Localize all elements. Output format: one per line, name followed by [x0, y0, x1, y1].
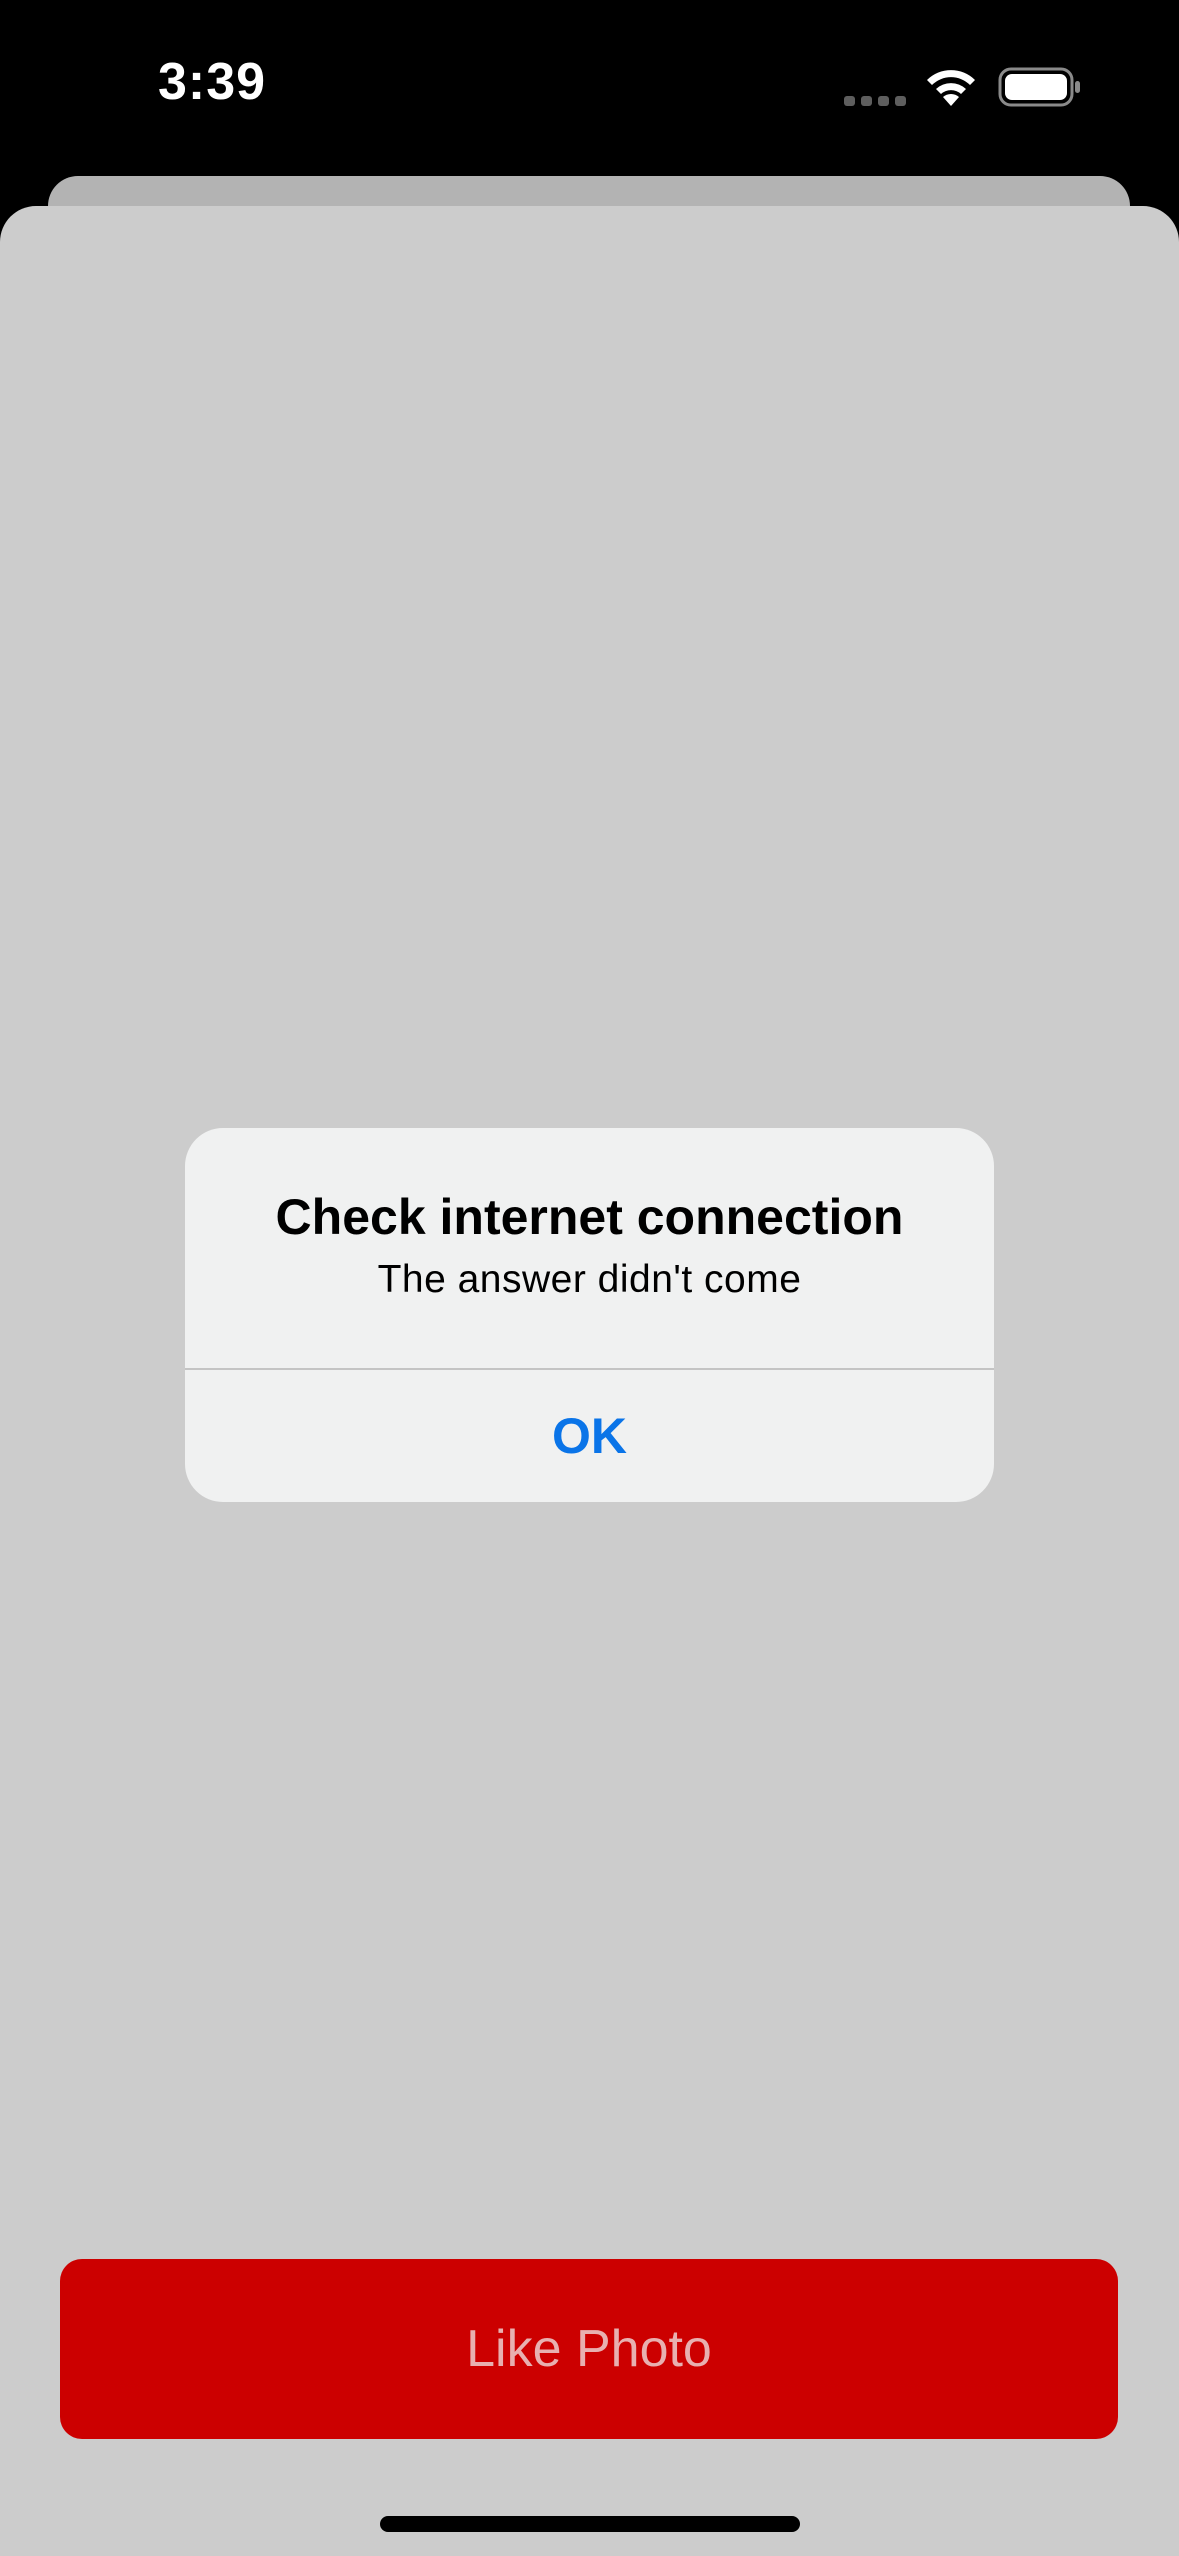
status-time: 3:39 [158, 53, 267, 111]
alert-title: Check internet connection [275, 1189, 904, 1245]
battery-icon [998, 67, 1080, 107]
status-bar: 3:39 [0, 0, 1179, 176]
wifi-icon [927, 70, 975, 106]
alert-dialog: Check internet connection The answer did… [185, 1128, 994, 1502]
alert-message: The answer didn't come [377, 1258, 802, 1301]
home-indicator[interactable] [380, 2516, 800, 2532]
cellular-signal-icon [844, 96, 906, 106]
like-photo-button[interactable]: Like Photo [60, 2259, 1118, 2439]
ok-button[interactable]: OK [185, 1370, 994, 1502]
